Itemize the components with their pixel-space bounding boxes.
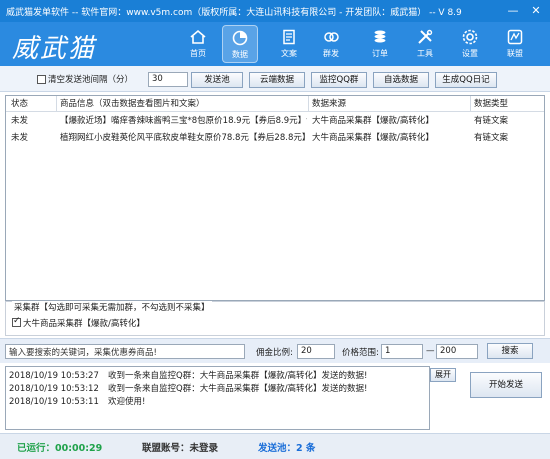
col-source[interactable]: 数据来源: [309, 96, 469, 112]
home-icon: [190, 29, 206, 44]
toolbar: 清空发送池间隔（分） 30 发送池 云端数据 监控QQ群 自选数据 生成QQ日记: [0, 66, 550, 92]
nav-broadcast[interactable]: 群发: [313, 25, 349, 63]
send-pool-table[interactable]: 状态 商品信息（双击数据查看图片和文案） 数据来源 数据类型 未发 【爆款近场】…: [5, 95, 545, 301]
price-separator: —: [426, 346, 435, 356]
tab-cloud-data[interactable]: 云端数据: [249, 72, 305, 88]
nav-copy[interactable]: 文案: [271, 25, 307, 63]
row-source: 大牛商品采集群【爆款/高转化】: [312, 116, 434, 126]
price-min-input[interactable]: 1: [381, 344, 423, 359]
tools-icon: [418, 29, 433, 44]
log-message: 欢迎使用!: [108, 397, 146, 407]
col-status[interactable]: 状态: [8, 96, 53, 112]
nav-settings-label: 设置: [462, 49, 478, 58]
expand-log-button[interactable]: 展开: [430, 368, 456, 382]
log-message: 收到一条来自监控Q群：大牛商品采集群【爆款/高转化】发送的数据!: [108, 384, 368, 394]
tab-monitor-qq-group[interactable]: 监控QQ群: [311, 72, 367, 88]
nav-tools-label: 工具: [417, 49, 433, 58]
collect-group-checkbox[interactable]: [12, 316, 21, 327]
close-button[interactable]: ✕: [526, 0, 546, 22]
clear-pool-checkbox[interactable]: [37, 75, 46, 84]
keyword-input[interactable]: 输入要搜索的关键词，采集优惠券商品!: [5, 344, 245, 359]
nav-broadcast-label: 群发: [323, 49, 339, 58]
table-header: 状态 商品信息（双击数据查看图片和文案） 数据来源 数据类型: [6, 96, 544, 112]
interval-input[interactable]: 30: [148, 72, 188, 87]
nav-home[interactable]: 首页: [180, 25, 216, 63]
alliance-account-status: 联盟账号：未登录: [142, 443, 219, 454]
table-row[interactable]: 未发 植翔网红小皮鞋英伦风平底软皮单鞋女原价78.8元【券后28.8元】包...…: [6, 130, 544, 146]
row-info: 【爆款近场】嘴痒香辣味酱鸭三宝*8包原价18.9元【券后8.9元】包...: [60, 116, 307, 126]
message-log[interactable]: 2018/10/19 10:53:27 收到一条来自监控Q群：大牛商品采集群【爆…: [5, 366, 430, 430]
gear-icon: [462, 29, 478, 45]
col-type[interactable]: 数据类型: [471, 96, 543, 112]
minimize-button[interactable]: —: [503, 0, 523, 22]
collect-group-title: 采集群【勾选即可采集无需加群，不勾选则不采集】: [12, 301, 212, 313]
start-send-button[interactable]: 开始发送: [470, 372, 542, 398]
tab-send-pool[interactable]: 发送池: [191, 72, 243, 88]
table-row[interactable]: 未发 【爆款近场】嘴痒香辣味酱鸭三宝*8包原价18.9元【券后8.9元】包...…: [6, 113, 544, 129]
nav-data[interactable]: 数据: [222, 25, 258, 63]
clear-pool-label: 清空发送池间隔（分）: [48, 75, 134, 85]
collect-group-box: 采集群【勾选即可采集无需加群，不勾选则不采集】 大牛商品采集群【爆款/高转化】: [5, 301, 545, 336]
col-product-info[interactable]: 商品信息（双击数据查看图片和文案）: [57, 96, 307, 112]
window-title: 威武猫发单软件 -- 软件官网：www.v5m.com（版权所属：大连山讯科技有…: [6, 7, 462, 18]
nav-orders-label: 订单: [372, 49, 388, 58]
document-icon: [283, 29, 295, 45]
row-source: 大牛商品采集群【爆款/高转化】: [312, 133, 434, 143]
commission-input[interactable]: 20: [297, 344, 335, 359]
nav-alliance-label: 联盟: [507, 49, 523, 58]
nav-orders[interactable]: 订单: [362, 25, 398, 63]
alliance-icon: [507, 29, 523, 45]
app-header: 威武猫 首页 数据 文案 群发 订单 工具 设置 联盟: [0, 22, 550, 66]
log-message: 收到一条来自监控Q群：大牛商品采集群【爆款/高转化】发送的数据!: [108, 371, 368, 381]
nav-tools[interactable]: 工具: [407, 25, 443, 63]
log-time: 2018/10/19 10:53:12: [9, 384, 99, 394]
search-button[interactable]: 搜索: [487, 343, 533, 359]
row-info: 植翔网红小皮鞋英伦风平底软皮单鞋女原价78.8元【券后28.8元】包...: [60, 133, 307, 143]
nav-data-label: 数据: [232, 50, 248, 59]
row-type: 有链文案: [474, 133, 509, 143]
collect-group-label: 大牛商品采集群【爆款/高转化】: [23, 319, 145, 329]
row-status: 未发: [11, 133, 29, 143]
status-bar: 已运行：00:00:29 联盟账号：未登录 发送池：2 条: [0, 433, 550, 459]
coins-icon: [374, 30, 386, 43]
row-type: 有链文案: [474, 116, 509, 126]
price-range-label: 价格范围:: [342, 348, 379, 358]
commission-label: 佣金比例:: [256, 348, 293, 358]
pie-chart-icon: [232, 30, 248, 46]
tab-qq-diary[interactable]: 生成QQ日记: [435, 72, 497, 88]
nav-copy-label: 文案: [281, 49, 297, 58]
broadcast-icon: [324, 32, 339, 42]
send-pool-count: 发送池：2 条: [258, 443, 316, 454]
runtime-status: 已运行：00:00:29: [17, 443, 103, 454]
nav-alliance[interactable]: 联盟: [497, 25, 533, 63]
app-logo: 威武猫: [12, 34, 97, 64]
nav-home-label: 首页: [190, 49, 206, 58]
nav-settings[interactable]: 设置: [452, 25, 488, 63]
tab-custom-data[interactable]: 自选数据: [373, 72, 429, 88]
keyword-bar: 输入要搜索的关键词，采集优惠券商品! 佣金比例: 20 价格范围: 1 — 20…: [0, 338, 550, 363]
log-time: 2018/10/19 10:53:27: [9, 371, 99, 381]
price-max-input[interactable]: 200: [436, 344, 478, 359]
row-status: 未发: [11, 116, 29, 126]
title-bar: 威武猫发单软件 -- 软件官网：www.v5m.com（版权所属：大连山讯科技有…: [0, 0, 550, 22]
log-time: 2018/10/19 10:53:11: [9, 397, 99, 407]
